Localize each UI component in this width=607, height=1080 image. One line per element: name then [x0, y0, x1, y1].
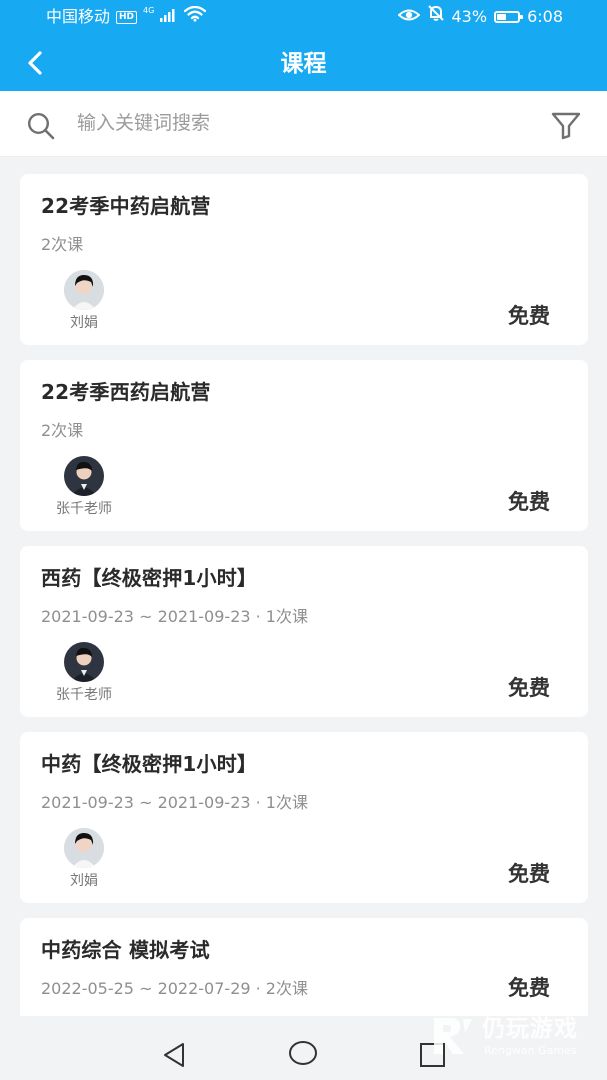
filter-button[interactable] — [550, 109, 582, 141]
course-title: 22考季中药启航营 — [41, 194, 211, 218]
course-price: 免费 — [508, 676, 550, 700]
battery-percent: 43% — [451, 7, 488, 26]
course-card[interactable]: 22考季西药启航营 2次课 张千老师 免费 — [20, 360, 588, 531]
teacher-avatar — [64, 828, 104, 868]
teacher-info: 张千老师 — [44, 642, 124, 706]
bell-off-icon — [427, 0, 445, 34]
teacher-name: 张千老师 — [56, 687, 112, 703]
course-meta: 2021-09-23 ~ 2021-09-23 · 1次课 — [41, 607, 308, 626]
teacher-info: 张千老师 — [44, 456, 124, 520]
signal-icon — [160, 0, 178, 34]
course-price: 免费 — [508, 862, 550, 886]
search-icon[interactable] — [26, 111, 56, 141]
teacher-info: 刘娟 — [44, 270, 124, 334]
course-price: 免费 — [508, 304, 550, 328]
course-meta: 2021-09-23 ~ 2021-09-23 · 1次课 — [41, 793, 308, 812]
wifi-icon — [184, 0, 207, 34]
battery-icon — [494, 11, 524, 23]
teacher-info: 刘娟 — [44, 828, 124, 892]
clock: 6:08 — [527, 7, 563, 26]
teacher-avatar — [64, 270, 104, 310]
circle-home-icon[interactable] — [286, 1040, 320, 1072]
status-bar: 中国移动 HD 4G 43% 6:08 — [0, 0, 607, 34]
course-card[interactable]: 西药【终极密押1小时】 2021-09-23 ~ 2021-09-23 · 1次… — [20, 546, 588, 717]
search-bar — [0, 91, 607, 157]
triangle-back-icon[interactable] — [158, 1040, 190, 1072]
course-price: 免费 — [508, 490, 550, 514]
carrier-label: 中国移动 — [46, 7, 111, 26]
course-price: 免费 — [508, 976, 550, 1000]
square-recent-icon[interactable] — [416, 1041, 448, 1073]
teacher-name: 刘娟 — [70, 315, 98, 331]
course-card[interactable]: 中药综合 模拟考试 2022-05-25 ~ 2022-07-29 · 2次课 … — [20, 918, 588, 1016]
status-left: 中国移动 HD 4G — [46, 0, 207, 34]
course-meta: 2022-05-25 ~ 2022-07-29 · 2次课 — [41, 979, 308, 998]
app-navbar: 课程 — [0, 34, 607, 91]
teacher-avatar — [64, 642, 104, 682]
course-title: 中药【终极密押1小时】 — [41, 752, 258, 776]
system-navigation-bar — [0, 1016, 607, 1080]
course-meta: 2次课 — [41, 235, 84, 254]
teacher-avatar — [64, 456, 104, 496]
course-title: 中药综合 模拟考试 — [41, 938, 210, 962]
network-type: 4G — [143, 6, 155, 15]
top-header: 中国移动 HD 4G 43% 6:08 课程 — [0, 0, 607, 91]
course-title: 西药【终极密押1小时】 — [41, 566, 258, 590]
status-right: 43% 6:08 — [397, 0, 563, 34]
page-title: 课程 — [280, 51, 327, 77]
course-meta: 2次课 — [41, 421, 84, 440]
course-card[interactable]: 22考季中药启航营 2次课 刘娟 免费 — [20, 174, 588, 345]
teacher-name: 张千老师 — [56, 501, 112, 517]
hd-badge: HD — [116, 10, 138, 24]
eye-icon — [397, 0, 420, 34]
course-card[interactable]: 中药【终极密押1小时】 2021-09-23 ~ 2021-09-23 · 1次… — [20, 732, 588, 903]
battery-level-fill — [497, 14, 506, 20]
search-input[interactable] — [77, 105, 497, 141]
course-title: 22考季西药启航营 — [41, 380, 211, 404]
teacher-name: 刘娟 — [70, 873, 98, 889]
funnel-icon — [551, 112, 581, 140]
